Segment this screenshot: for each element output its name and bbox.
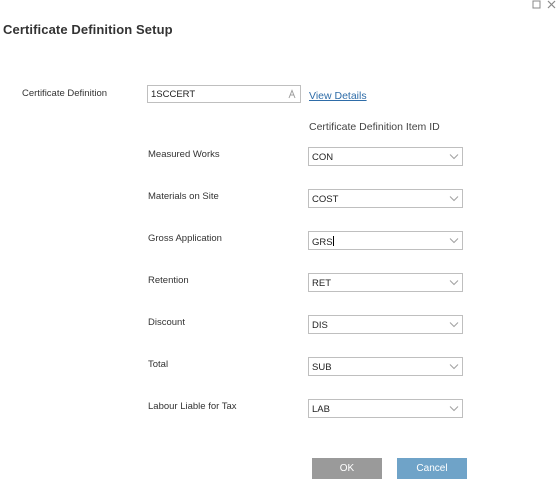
materials-on-site-value: COST xyxy=(312,194,339,205)
certificate-definition-label: Certificate Definition xyxy=(22,88,108,99)
close-icon[interactable] xyxy=(547,0,556,9)
cancel-button[interactable]: Cancel xyxy=(397,458,467,479)
gross-application-value: GRS xyxy=(312,237,333,248)
discount-select[interactable]: DIS xyxy=(308,315,463,334)
gross-application-select[interactable]: GRS xyxy=(308,231,463,250)
chevron-down-icon xyxy=(449,280,459,286)
measured-works-select[interactable]: CON xyxy=(308,147,463,166)
materials-on-site-select[interactable]: COST xyxy=(308,189,463,208)
measured-works-value: CON xyxy=(312,152,334,163)
certificate-definition-input[interactable]: 1SCCERT xyxy=(147,85,301,103)
chevron-down-icon xyxy=(449,364,459,370)
chevron-down-icon xyxy=(449,196,459,202)
chevron-down-icon xyxy=(449,322,459,328)
retention-value: RET xyxy=(312,278,331,289)
view-details-link[interactable]: View Details xyxy=(309,90,367,102)
labour-liable-for-tax-value: LAB xyxy=(312,404,330,415)
lookup-icon[interactable] xyxy=(287,89,297,99)
discount-value: DIS xyxy=(312,320,328,331)
ok-button[interactable]: OK xyxy=(312,458,382,479)
chevron-down-icon xyxy=(449,406,459,412)
certificate-definition-value: 1SCCERT xyxy=(151,89,196,100)
total-value: SUB xyxy=(312,362,332,373)
retention-select[interactable]: RET xyxy=(308,273,463,292)
row-label-materials-on-site: Materials on Site xyxy=(148,191,219,202)
row-label-total: Total xyxy=(148,359,169,370)
row-label-discount: Discount xyxy=(148,317,185,328)
total-select[interactable]: SUB xyxy=(308,357,463,376)
row-label-retention: Retention xyxy=(148,275,189,286)
row-label-gross-application: Gross Application xyxy=(148,233,222,244)
window-controls xyxy=(532,0,556,9)
chevron-down-icon xyxy=(449,238,459,244)
row-label-labour-liable-for-tax: Labour Liable for Tax xyxy=(148,401,237,412)
maximize-icon[interactable] xyxy=(532,0,541,9)
labour-liable-for-tax-select[interactable]: LAB xyxy=(308,399,463,418)
dialog-title: Certificate Definition Setup xyxy=(3,22,173,37)
item-id-column-header: Certificate Definition Item ID xyxy=(309,121,440,133)
row-label-measured-works: Measured Works xyxy=(148,149,220,160)
chevron-down-icon xyxy=(449,154,459,160)
